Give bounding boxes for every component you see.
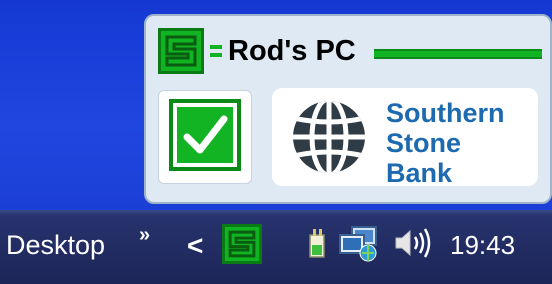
desktop-toolbar-label[interactable]: Desktop (6, 230, 105, 261)
more-chevron-icon[interactable]: » (139, 224, 150, 247)
taskbar: Desktop » < 19:43 (0, 210, 552, 284)
volume-icon[interactable] (392, 226, 440, 260)
tray-expand-icon[interactable]: < (187, 230, 203, 262)
popup-header: Rod's PC (158, 28, 542, 76)
verified-tile[interactable] (158, 90, 252, 184)
bank-name-line: Southern (386, 98, 505, 128)
name-line-right (374, 49, 542, 59)
clock[interactable]: 19:43 (450, 230, 515, 261)
computer-name: Rod's PC (228, 35, 356, 67)
bank-tile[interactable]: Southern Stone Bank (272, 88, 538, 188)
app-logo-icon[interactable] (222, 224, 262, 264)
name-line-left (210, 45, 222, 49)
security-popup[interactable]: Rod's PC Southern Stone Bank (144, 14, 552, 204)
globe-icon (293, 101, 365, 173)
bank-name-line: Bank (386, 158, 453, 188)
checkmark-icon (183, 115, 228, 154)
bank-name: Southern Stone Bank (386, 98, 534, 188)
bank-name-line: Stone (386, 128, 462, 158)
network-icon[interactable] (338, 225, 382, 263)
power-icon[interactable] (302, 225, 332, 261)
verified-checkbox (169, 99, 241, 171)
app-logo-icon (158, 28, 204, 74)
